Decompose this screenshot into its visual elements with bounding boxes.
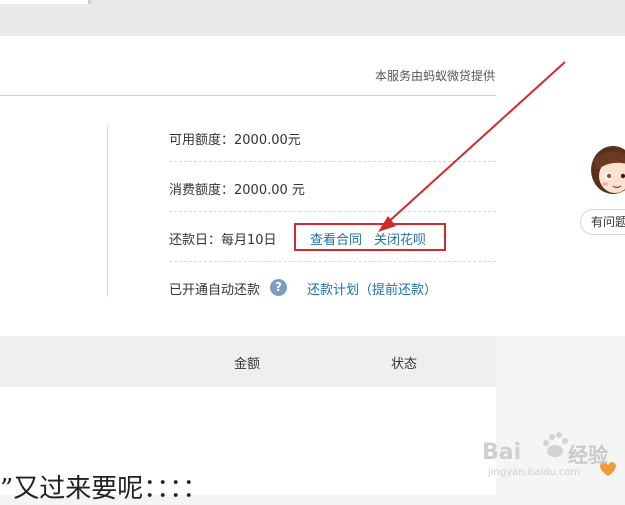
consumption-credit-value: 2000.00 元 — [234, 183, 305, 198]
watermark-brand: Bai — [482, 440, 521, 465]
vertical-divider — [107, 125, 108, 297]
content-text: ”又过来要呢：：：： — [0, 474, 209, 504]
auto-repay-row: 已开通自动还款 还款计划（提前还款） — [169, 279, 496, 298]
help-chip-button[interactable]: 有问题 — [580, 209, 625, 235]
watermark-url: jingyan.baidu.com — [488, 467, 581, 478]
row-divider — [169, 211, 496, 212]
question-icon[interactable]: ? — [270, 279, 287, 296]
provider-note: 本服务由蚂蚁微贷提供 — [374, 69, 495, 83]
available-credit-row: 可用额度：2000.00元 — [169, 129, 496, 148]
tab-hint — [0, 0, 88, 4]
available-credit-value: 2000.00元 — [234, 133, 301, 148]
available-credit-label: 可用额度： — [169, 133, 235, 148]
repay-plan-link[interactable]: 还款计划（提前还款） — [307, 279, 437, 298]
column-amount: 金额 — [234, 357, 261, 372]
row-divider — [169, 161, 496, 162]
top-bar — [0, 0, 625, 36]
watermark-text: 经验 — [568, 443, 608, 467]
mascot-avatar-icon[interactable] — [583, 130, 625, 200]
consumption-credit-row: 消费额度：2000.00 元 — [169, 179, 496, 198]
baidu-watermark: Bai 经验 jingyan.baidu.com — [480, 425, 625, 495]
consumption-credit-label: 消费额度： — [169, 183, 235, 198]
table-header: 金额 状态 — [0, 336, 496, 387]
column-status: 状态 — [391, 357, 418, 372]
divider-line — [0, 95, 496, 96]
highlight-box — [294, 223, 446, 251]
repay-day-label: 还款日：每月10日 — [169, 233, 277, 248]
tab-hint-divider — [88, 0, 91, 4]
auto-repay-label: 已开通自动还款 — [169, 283, 261, 298]
row-divider — [169, 261, 496, 262]
